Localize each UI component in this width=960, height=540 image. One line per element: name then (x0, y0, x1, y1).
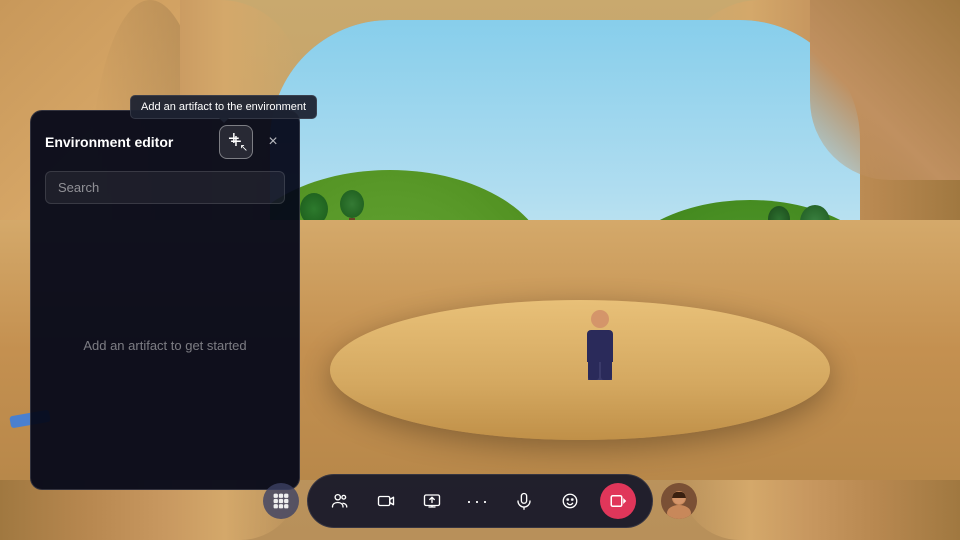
user-avatar-button[interactable] (661, 483, 697, 519)
close-panel-button[interactable]: × (261, 130, 285, 154)
environment-editor-panel: Environment editor + ↖ × Search Add an a… (30, 110, 300, 490)
apps-button[interactable] (263, 483, 299, 519)
emoji-button[interactable] (554, 485, 586, 517)
mic-icon (515, 492, 533, 510)
media-icon (377, 492, 395, 510)
empty-state: Add an artifact to get started (45, 216, 285, 475)
apps-icon (272, 492, 290, 510)
top-right-accent (810, 0, 960, 180)
panel-title: Environment editor (45, 134, 173, 150)
main-toolbar-pill: ··· (307, 474, 653, 528)
user-avatar-image (661, 483, 697, 519)
cursor-icon: ↖ (240, 144, 248, 154)
media-button[interactable] (370, 485, 402, 517)
share-icon (423, 492, 441, 510)
panel-header-buttons: + ↖ × (219, 125, 285, 159)
avatar-character (580, 310, 620, 380)
share-button[interactable] (416, 485, 448, 517)
tooltip: Add an artifact to the environment (130, 95, 317, 119)
emoji-icon (561, 492, 579, 510)
panel-header: Environment editor + ↖ × (45, 125, 285, 159)
bottom-toolbar: ··· (263, 474, 697, 528)
mic-button[interactable] (508, 485, 540, 517)
search-bar[interactable]: Search (45, 171, 285, 204)
empty-state-text: Add an artifact to get started (83, 338, 246, 353)
record-icon (609, 492, 627, 510)
tooltip-text: Add an artifact to the environment (141, 101, 306, 113)
record-button[interactable] (600, 483, 636, 519)
search-placeholder: Search (58, 180, 99, 195)
more-button[interactable]: ··· (462, 485, 494, 517)
people-icon (331, 492, 349, 510)
add-artifact-button[interactable]: + ↖ (219, 125, 253, 159)
more-dots: ··· (466, 492, 490, 510)
people-button[interactable] (324, 485, 356, 517)
